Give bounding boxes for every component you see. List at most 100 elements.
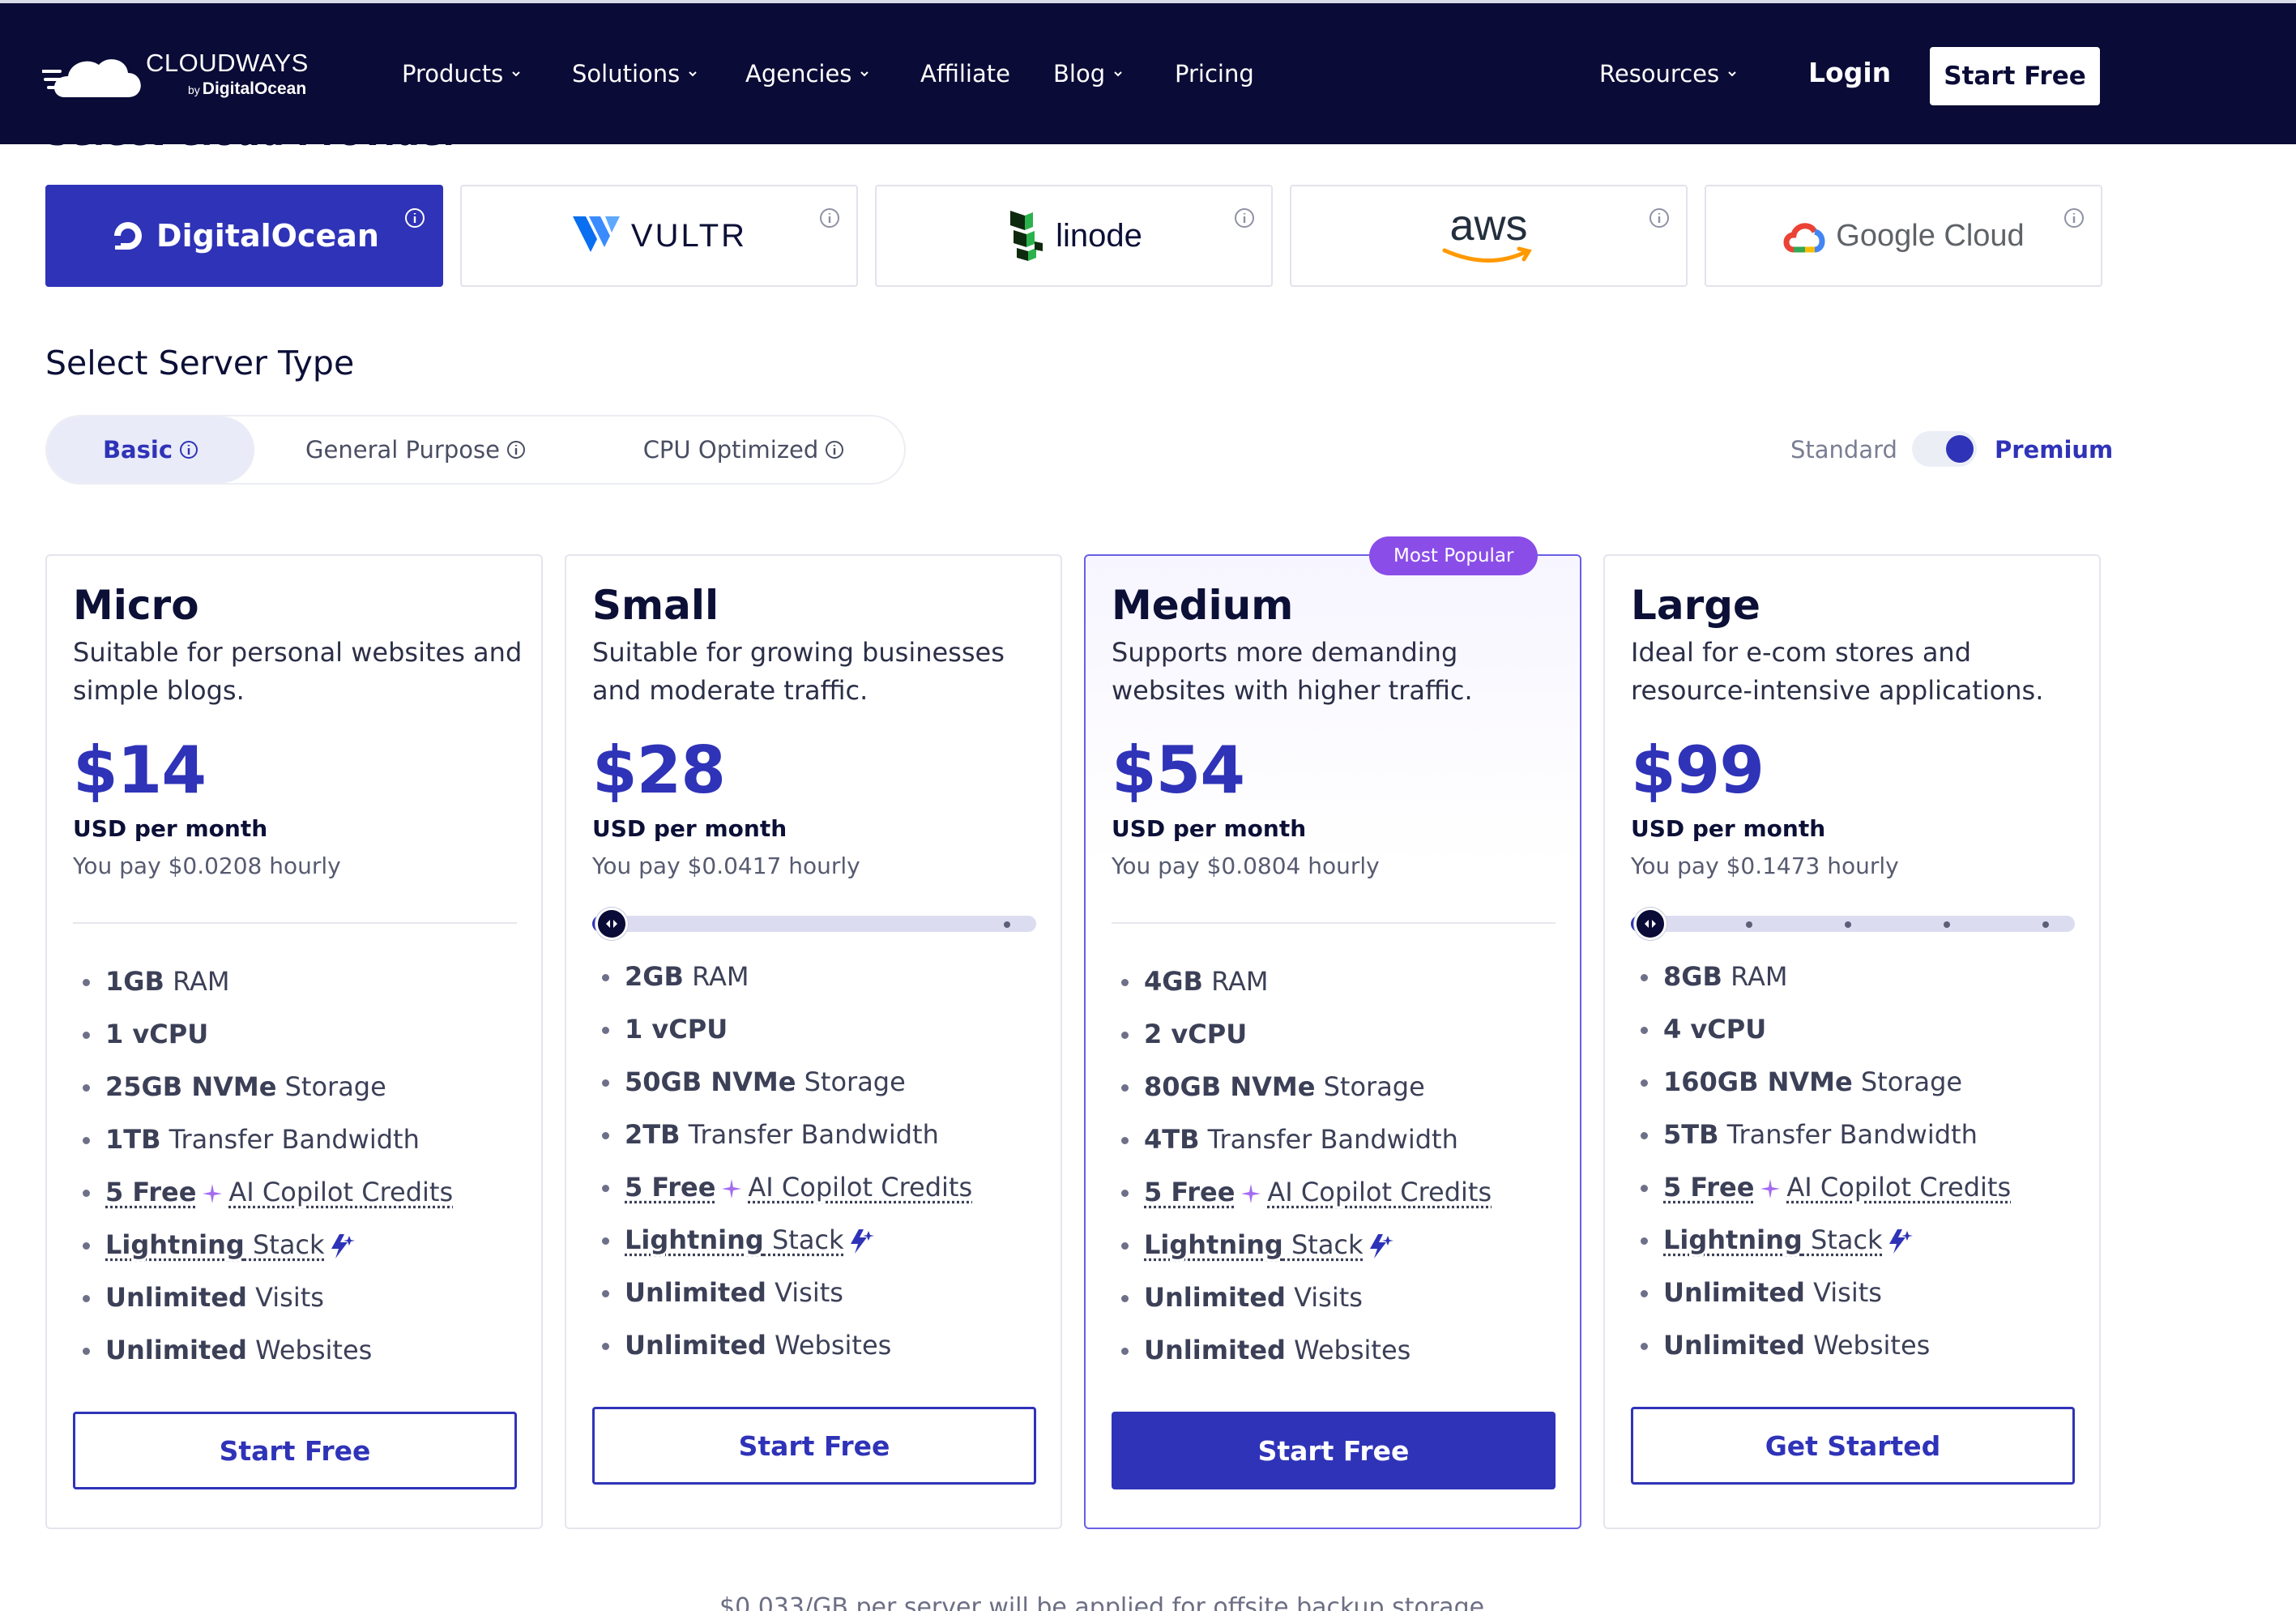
tab-basic[interactable]: Basic <box>47 417 254 483</box>
nav-products[interactable]: Products <box>402 60 523 88</box>
plan-name: Medium <box>1112 582 1293 629</box>
nav-resources[interactable]: Resources <box>1599 60 1739 88</box>
start-free-button[interactable]: Start Free <box>1112 1412 1556 1489</box>
nav-start-free-button[interactable]: Start Free <box>1930 47 2100 105</box>
feature-visits: Unlimited Visits <box>1637 1277 2091 1330</box>
info-icon[interactable] <box>1234 207 1255 229</box>
lightning-icon <box>1884 1228 1914 1255</box>
plan-price: $28 <box>592 733 725 808</box>
feature-storage: 25GB NVMe Storage <box>79 1071 533 1124</box>
plan-card-micro: Micro Suitable for personal websites and… <box>45 554 543 1529</box>
nav-agencies[interactable]: Agencies <box>745 60 871 88</box>
plan-description: Ideal for e-com stores and resource-inte… <box>1631 634 2085 710</box>
chevron-down-icon <box>686 67 699 80</box>
feature-ram: 8GB RAM <box>1637 961 2091 1014</box>
provider-selector: DigitalOcean VULTR linode aws Google Clo… <box>45 185 2102 287</box>
login-link[interactable]: Login <box>1808 57 1891 88</box>
plan-price-unit: USD per month <box>1112 815 1306 842</box>
feature-visits: Unlimited Visits <box>79 1282 533 1335</box>
start-free-button[interactable]: Start Free <box>73 1412 517 1489</box>
feature-list: 2GB RAM 1 vCPU 50GB NVMe Storage 2TB Tra… <box>599 961 1052 1382</box>
info-icon[interactable] <box>2063 207 2085 229</box>
tab-cpu-optimized[interactable]: CPU Optimized <box>614 417 873 483</box>
provider-label: linode <box>1056 218 1142 254</box>
feature-list: 1GB RAM 1 vCPU 25GB NVMe Storage 1TB Tra… <box>79 966 533 1387</box>
chevron-down-icon <box>858 67 871 80</box>
standard-premium-toggle[interactable] <box>1912 431 1977 467</box>
provider-vultr[interactable]: VULTR <box>460 185 858 287</box>
feature-websites: Unlimited Websites <box>1637 1330 2091 1382</box>
brand-name: CLOUDWAYS <box>146 49 309 78</box>
info-icon[interactable] <box>179 440 198 459</box>
get-started-button[interactable]: Get Started <box>1631 1407 2075 1485</box>
cloudways-logo[interactable]: CLOUDWAYS by DigitalOcean <box>42 49 309 105</box>
lightning-icon <box>846 1228 875 1255</box>
brand-sub: by DigitalOcean <box>188 79 306 99</box>
plan-hourly-price: You pay $0.0804 hourly <box>1112 853 1380 879</box>
provider-aws[interactable]: aws <box>1290 185 1688 287</box>
plan-name: Micro <box>73 582 199 629</box>
provider-label: VULTR <box>631 218 747 254</box>
slider-step-dot[interactable] <box>1004 921 1010 928</box>
slider-handle[interactable] <box>1634 908 1667 940</box>
info-icon[interactable] <box>404 207 425 229</box>
feature-ram: 1GB RAM <box>79 966 533 1019</box>
nav-pricing[interactable]: Pricing <box>1175 60 1254 88</box>
sparkle-icon <box>1240 1182 1262 1205</box>
feature-storage: 80GB NVMe Storage <box>1118 1071 1572 1124</box>
slider-step-dot[interactable] <box>1944 921 1950 928</box>
info-icon[interactable] <box>825 440 844 459</box>
feature-visits: Unlimited Visits <box>599 1277 1052 1330</box>
feature-cpu: 2 vCPU <box>1118 1019 1572 1071</box>
toggle-standard-label[interactable]: Standard <box>1790 436 1897 464</box>
slider-track <box>1631 916 2075 932</box>
plan-price: $99 <box>1631 733 1764 808</box>
feature-ai-credits[interactable]: 5 Free AI Copilot Credits <box>599 1172 1052 1224</box>
server-type-tabs: Basic General Purpose CPU Optimized <box>45 415 906 485</box>
plan-card-medium: Most Popular Medium Supports more demand… <box>1084 554 1581 1529</box>
slider-step-dot[interactable] <box>2042 921 2049 928</box>
info-icon[interactable] <box>506 440 526 459</box>
feature-ai-credits[interactable]: 5 Free AI Copilot Credits <box>79 1177 533 1229</box>
nav-blog[interactable]: Blog <box>1053 60 1125 88</box>
divider <box>73 922 517 924</box>
chevron-down-icon <box>510 67 523 80</box>
chevron-down-icon <box>1726 67 1739 80</box>
plan-card-small: Small Suitable for growing businesses an… <box>565 554 1062 1529</box>
slider-step-dot[interactable] <box>1746 921 1752 928</box>
feature-storage: 50GB NVMe Storage <box>599 1066 1052 1119</box>
start-free-button[interactable]: Start Free <box>592 1407 1036 1485</box>
plan-price-unit: USD per month <box>73 815 267 842</box>
nav-solutions[interactable]: Solutions <box>572 60 699 88</box>
nav-affiliate[interactable]: Affiliate <box>920 60 1010 88</box>
feature-lightning-stack[interactable]: Lightning Stack <box>1637 1224 2091 1277</box>
drag-arrows-icon <box>1643 919 1658 929</box>
info-icon[interactable] <box>1649 207 1670 229</box>
feature-ai-credits[interactable]: 5 Free AI Copilot Credits <box>1637 1172 2091 1224</box>
plan-description: Supports more demanding websites with hi… <box>1112 634 1565 710</box>
vultr-icon <box>571 215 621 257</box>
slider-step-dot[interactable] <box>1845 921 1851 928</box>
google-cloud-icon <box>1782 219 1826 253</box>
plan-price: $54 <box>1112 733 1244 808</box>
digitalocean-icon <box>109 217 147 254</box>
provider-linode[interactable]: linode <box>875 185 1273 287</box>
server-type-title: Select Server Type <box>45 344 354 382</box>
slider-handle[interactable] <box>595 908 628 940</box>
feature-storage: 160GB NVMe Storage <box>1637 1066 2091 1119</box>
tab-general-purpose[interactable]: General Purpose <box>282 417 549 483</box>
plan-size-slider[interactable] <box>592 912 1036 934</box>
feature-ai-credits[interactable]: 5 Free AI Copilot Credits <box>1118 1177 1572 1229</box>
info-icon[interactable] <box>819 207 840 229</box>
plan-hourly-price: You pay $0.0208 hourly <box>73 853 341 879</box>
provider-digitalocean[interactable]: DigitalOcean <box>45 185 443 287</box>
linode-icon <box>1005 209 1051 263</box>
plan-price-unit: USD per month <box>1631 815 1825 842</box>
provider-google-cloud[interactable]: Google Cloud <box>1705 185 2102 287</box>
feature-bandwidth: 4TB Transfer Bandwidth <box>1118 1124 1572 1177</box>
plan-size-slider[interactable] <box>1631 912 2075 934</box>
feature-lightning-stack[interactable]: Lightning Stack <box>79 1229 533 1282</box>
toggle-premium-label[interactable]: Premium <box>1995 436 2113 464</box>
feature-lightning-stack[interactable]: Lightning Stack <box>599 1224 1052 1277</box>
feature-lightning-stack[interactable]: Lightning Stack <box>1118 1229 1572 1282</box>
